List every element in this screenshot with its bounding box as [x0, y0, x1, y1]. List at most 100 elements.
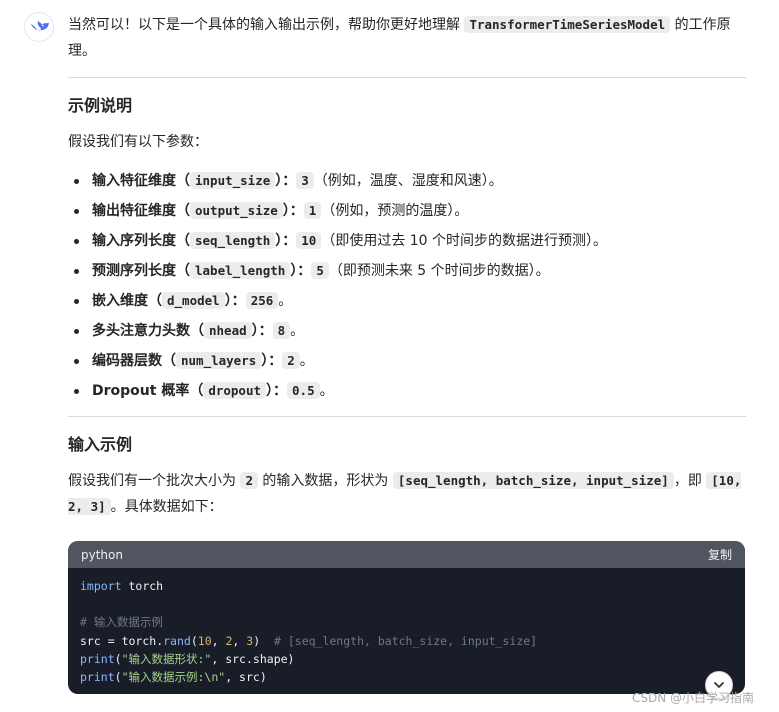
input-text: 假设我们有一个批次大小为	[68, 473, 241, 489]
assistant-avatar	[24, 12, 54, 42]
parameter-note: （即预测未来 5 个时间步的数据）。	[328, 263, 550, 279]
parameter-code: nhead	[204, 322, 252, 339]
input-description: 假设我们有一个批次大小为 2 的输入数据，形状为 [seq_length, ba…	[68, 468, 746, 520]
parameter-item: 编码器层数（ num_layers）： 2。	[68, 346, 746, 376]
code-token: (	[190, 633, 198, 648]
parameter-sep: ）：	[224, 293, 246, 309]
code-token: src	[225, 651, 246, 666]
code-token: )	[259, 670, 267, 685]
inline-code-shape: [seq_length, batch_size, input_size]	[392, 472, 674, 489]
parameter-note: 。	[278, 293, 293, 309]
parameter-code: label_length	[190, 262, 291, 279]
intro-text: 当然可以！以下是一个具体的输入输出示例，帮助你更好地理解	[68, 17, 465, 33]
parameter-item: Dropout 概率（ dropout）： 0.5。	[68, 376, 746, 406]
section-heading-input: 输入示例	[68, 435, 133, 454]
parameter-sep: ）：	[266, 383, 288, 399]
parameter-value: 2	[282, 352, 300, 369]
parameter-code: dropout	[203, 382, 267, 399]
code-comment: # 输入数据示例	[80, 615, 163, 630]
parameter-value: 5	[311, 262, 329, 279]
parameter-value: 1	[303, 202, 322, 219]
deepseek-whale-icon	[30, 20, 49, 31]
bullet-dot	[74, 359, 79, 364]
parameter-item: 输出特征维度（ output_size）： 1 （例如，预测的温度）。	[68, 196, 746, 226]
code-token: )	[287, 651, 295, 666]
parameter-label: 嵌入维度（	[92, 293, 162, 309]
parameter-label: 输入特征维度（	[92, 173, 190, 189]
bullet-dot	[74, 269, 79, 274]
code-token: shape	[252, 651, 288, 666]
bullet-dot	[74, 179, 79, 184]
parameter-sep: ）：	[261, 353, 283, 369]
code-token: (	[114, 651, 122, 666]
parameter-sep: ）：	[251, 323, 273, 339]
input-text: 的输入数据，形状为	[257, 473, 393, 489]
parameter-list: 输入特征维度（ input_size）： 3 （例如，温度、湿度和风速）。 输出特征维度…	[68, 166, 746, 406]
code-token: rand	[163, 633, 191, 648]
intro-paragraph: 当然可以！以下是一个具体的输入输出示例，帮助你更好地理解 Transformer…	[68, 12, 746, 64]
code-token: torch	[121, 579, 164, 593]
code-token: src	[239, 670, 260, 685]
parameter-code: seq_length	[190, 232, 276, 249]
parameter-code: num_layers	[176, 352, 262, 369]
parameter-value: 0.5	[287, 382, 320, 399]
code-token: =	[100, 633, 122, 648]
section-lead: 假设我们有以下参数：	[68, 134, 208, 150]
code-language: python	[81, 547, 123, 562]
parameter-item: 输入序列长度（ seq_length）： 10 （即使用过去 10 个时间步的数据进行…	[68, 226, 746, 256]
input-text: ，即	[673, 473, 707, 489]
bullet-dot	[74, 389, 79, 394]
parameter-note: 。	[299, 353, 314, 369]
code-token: torch	[121, 633, 157, 648]
parameter-value: 10	[296, 232, 322, 249]
parameter-note: （例如，温度、湿度和风速）。	[313, 173, 503, 189]
parameter-note: 。	[290, 323, 305, 339]
parameter-sep: ）：	[275, 173, 297, 189]
code-token: (	[114, 670, 122, 685]
code-token: import	[80, 579, 122, 593]
parameter-value: 8	[272, 322, 291, 339]
assistant-message: 当然可以！以下是一个具体的输入输出示例，帮助你更好地理解 Transformer…	[68, 12, 746, 520]
code-token: print	[80, 670, 115, 685]
parameter-code: d_model	[162, 292, 225, 309]
parameter-item: 嵌入维度（ d_model）： 256。	[68, 286, 746, 316]
code-token: src	[80, 633, 101, 648]
input-text: 。具体数据如下：	[110, 499, 223, 515]
code-token: )	[253, 633, 274, 648]
code-token: ,	[211, 651, 226, 666]
section-heading-example: 示例说明	[68, 96, 133, 115]
parameter-value: 3	[296, 172, 314, 189]
parameter-label: 输出特征维度（	[92, 203, 190, 219]
parameter-label: 输入序列长度（	[92, 233, 190, 249]
code-token: "输入数据示例:\n"	[121, 670, 226, 685]
parameter-note: （例如，预测的温度）。	[321, 203, 469, 219]
parameter-code: output_size	[190, 202, 283, 219]
parameter-sep: ）：	[275, 233, 297, 249]
code-token: 10	[197, 633, 212, 648]
code-body: import torch # 输入数据示例 src = torch.rand(1…	[68, 568, 745, 694]
code-token: ,	[225, 670, 240, 685]
parameter-item: 输入特征维度（ input_size）： 3 （例如，温度、湿度和风速）。	[68, 166, 746, 196]
parameter-sep: ）：	[282, 203, 304, 219]
parameter-note: （即使用过去 10 个时间步的数据进行预测）。	[321, 233, 608, 249]
parameter-label: 多头注意力头数（	[92, 323, 204, 339]
copy-button[interactable]: 复制	[708, 546, 732, 563]
inline-code-model-name: TransformerTimeSeriesModel	[464, 16, 671, 33]
code-token: print	[80, 651, 115, 666]
bullet-dot	[74, 299, 79, 304]
parameter-note: 。	[319, 383, 334, 399]
bullet-dot	[74, 329, 79, 334]
code-block: python 复制 import torch # 输入数据示例 src = to…	[68, 541, 745, 694]
code-token: "输入数据形状:"	[121, 651, 212, 666]
parameter-label: 预测序列长度（	[92, 263, 190, 279]
code-token: ,	[232, 633, 247, 648]
parameter-item: 多头注意力头数（ nhead）： 8。	[68, 316, 746, 346]
code-comment: # [seq_length, batch_size, input_size]	[274, 633, 538, 648]
parameter-label: 编码器层数（	[92, 353, 176, 369]
bullet-dot	[74, 209, 79, 214]
inline-code-batch: 2	[240, 472, 258, 489]
code-token: .	[245, 651, 253, 666]
watermark: CSDN @小白学习指南	[632, 691, 755, 705]
parameter-value: 256	[245, 292, 279, 309]
parameter-label: Dropout 概率（	[92, 383, 204, 399]
